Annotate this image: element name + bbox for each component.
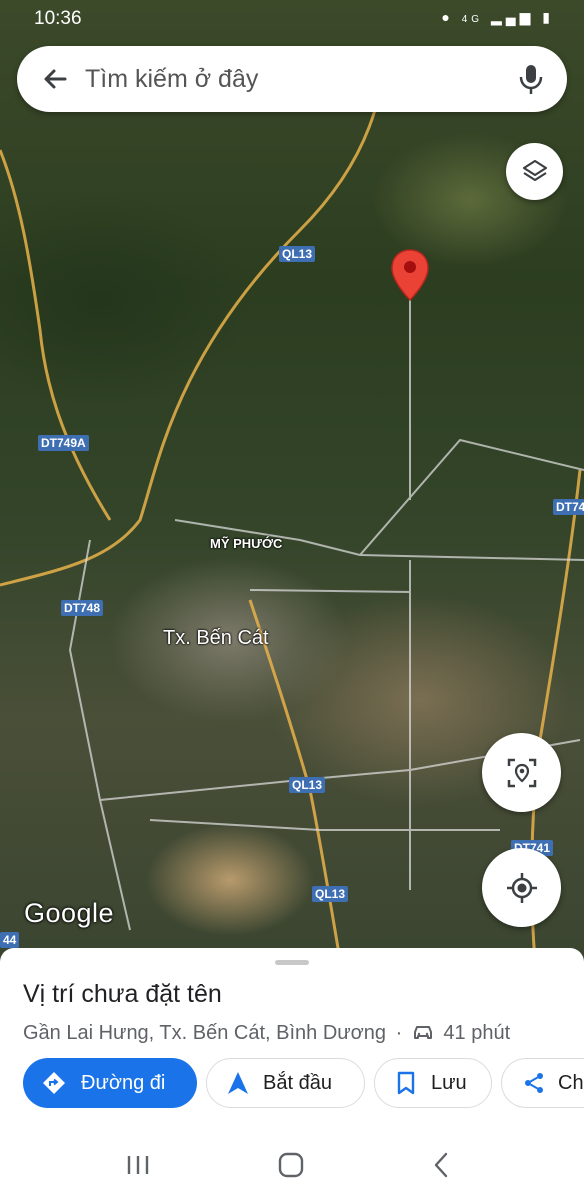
status-time: 10:36 <box>34 8 82 29</box>
street-view-button[interactable] <box>482 733 561 812</box>
location-pin-icon[interactable] <box>390 248 430 302</box>
google-logo: Google <box>24 898 115 928</box>
android-nav-bar <box>0 1130 584 1200</box>
status-bar: 10:36 ● 4G ▂▄▆ ▮ <box>0 6 584 32</box>
sheet-drag-handle[interactable] <box>275 960 309 965</box>
start-button[interactable]: Bắt đầu <box>206 1058 365 1108</box>
car-icon <box>413 1026 432 1039</box>
separator: · <box>395 1022 403 1044</box>
location-icon: ● <box>441 9 454 25</box>
signal-icon: ▂▄▆ <box>490 9 535 25</box>
road-label: 44 <box>0 932 20 948</box>
place-subtitle: Gần Lai Hưng, Tx. Bến Cát, Bình Dương · … <box>23 1022 510 1045</box>
recent-apps-icon[interactable] <box>126 1154 150 1176</box>
battery-icon: ▮ <box>542 9 554 25</box>
share-label: Ch <box>558 1071 584 1094</box>
place-label-ward: MỸ PHƯỚC <box>210 536 283 551</box>
directions-button[interactable]: Đường đi <box>23 1058 197 1108</box>
share-icon <box>525 1073 543 1093</box>
back-nav-icon[interactable] <box>432 1152 450 1178</box>
road-label: QL13 <box>312 886 349 902</box>
layers-icon <box>522 159 547 181</box>
road-ql13-north <box>0 109 377 587</box>
map-roads <box>0 109 584 960</box>
navigation-arrow-icon <box>228 1072 248 1094</box>
directions-label: Đường đi <box>81 1071 166 1094</box>
road-label: DT749A <box>38 435 89 451</box>
place-label-town: Tx. Bến Cát <box>163 627 269 649</box>
back-arrow-icon[interactable] <box>39 63 71 95</box>
road-label: DT74 <box>553 499 584 515</box>
save-label: Lưu <box>431 1071 467 1094</box>
microphone-icon[interactable] <box>515 62 547 96</box>
search-input[interactable]: Tìm kiếm ở đây <box>85 65 258 94</box>
my-location-button[interactable] <box>482 848 561 927</box>
start-label: Bắt đầu <box>263 1071 332 1094</box>
drive-time: 41 phút <box>443 1022 511 1044</box>
status-icons: ● 4G ▂▄▆ ▮ <box>441 9 554 26</box>
road-label: DT748 <box>61 600 104 616</box>
place-title: Vị trí chưa đặt tên <box>23 980 222 1008</box>
map-view[interactable]: QL13 DT749A DT748 QL13 QL13 DT74 DT741 4… <box>0 0 584 960</box>
directions-icon <box>43 1072 65 1094</box>
bookmark-icon <box>397 1071 415 1095</box>
crosshair-icon <box>506 872 537 903</box>
layers-button[interactable] <box>506 143 563 200</box>
road-dt749a <box>0 149 112 521</box>
search-bar[interactable]: Tìm kiếm ở đây <box>17 46 567 112</box>
save-button[interactable]: Lưu <box>374 1058 492 1108</box>
place-scan-icon <box>507 758 536 787</box>
network-type: 4G <box>461 14 484 25</box>
place-address: Gần Lai Hưng, Tx. Bến Cát, Bình Dương <box>23 1022 387 1044</box>
home-icon[interactable] <box>278 1152 304 1178</box>
road-label: QL13 <box>279 246 316 262</box>
road-label: QL13 <box>289 777 326 793</box>
share-button[interactable]: Ch <box>501 1058 584 1108</box>
